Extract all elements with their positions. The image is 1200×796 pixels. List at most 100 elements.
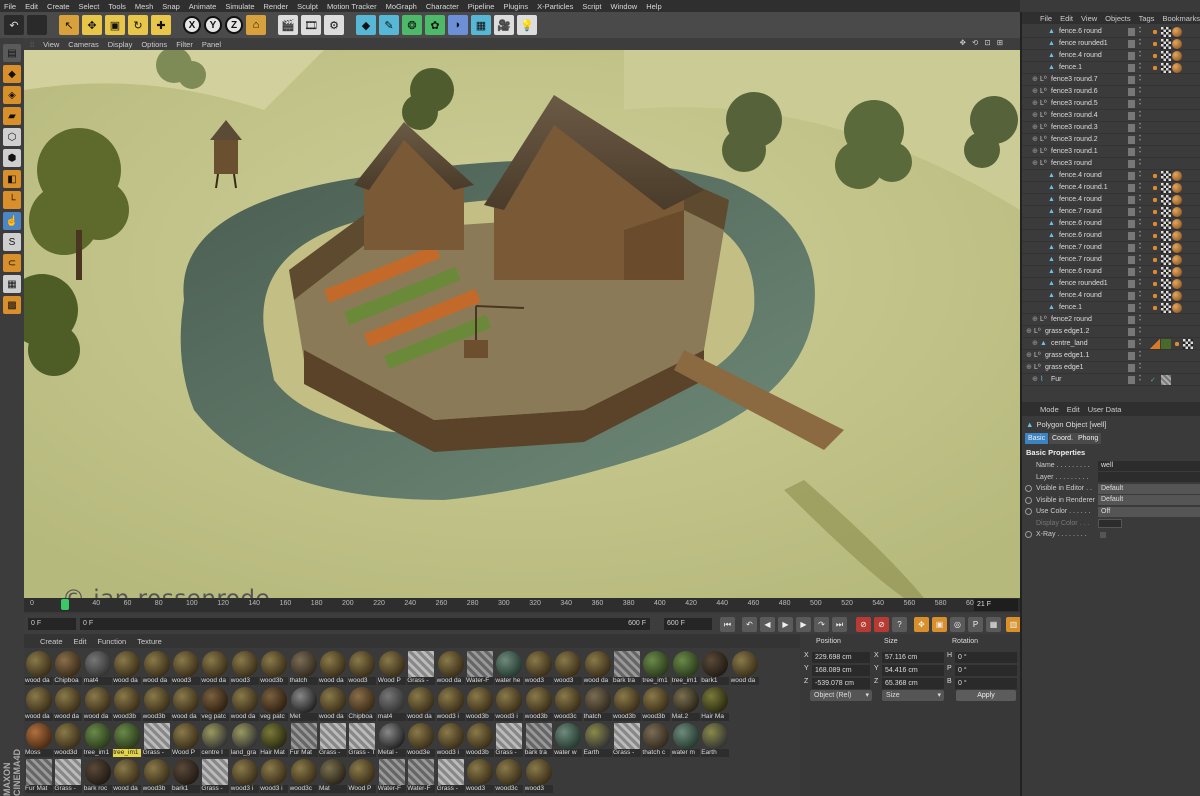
editor-render-dots[interactable]: • • <box>1139 134 1142 144</box>
texture-tag-icon[interactable] <box>1150 267 1160 277</box>
viewport-menu-options[interactable]: Options <box>141 40 167 49</box>
size-mode-dropdown[interactable]: Size ▾ <box>882 690 944 701</box>
scale-key-button[interactable]: ▣ <box>932 617 947 632</box>
menu-pipeline[interactable]: Pipeline <box>468 2 495 11</box>
attribute-menu-mode[interactable]: Mode <box>1040 405 1059 414</box>
material-tag-icon[interactable] <box>1172 303 1182 313</box>
material-tag-icon[interactable] <box>1172 171 1182 181</box>
texture-tag-icon[interactable] <box>1150 219 1160 229</box>
subdivision-surface-button[interactable]: ❂ <box>402 15 422 35</box>
editor-render-dots[interactable]: • • <box>1139 158 1142 168</box>
rotation-h-field[interactable]: 0 ° <box>955 652 1017 663</box>
visibility-toggle[interactable] <box>1128 100 1135 108</box>
material-swatch[interactable]: water m <box>671 722 700 758</box>
menu-plugins[interactable]: Plugins <box>503 2 528 11</box>
visibility-toggle[interactable] <box>1128 40 1135 48</box>
material-swatch[interactable]: wood3b <box>142 758 171 794</box>
visibility-toggle[interactable] <box>1128 364 1135 372</box>
menu-help[interactable]: Help <box>646 2 661 11</box>
material-swatch[interactable]: Hair Ma <box>701 686 730 722</box>
menu-create[interactable]: Create <box>47 2 70 11</box>
object-row[interactable]: ⊕ L⁰ fence3 round.2 • • <box>1022 134 1200 146</box>
material-swatch[interactable]: tree_im1 <box>671 650 700 686</box>
attribute-menu-edit[interactable]: Edit <box>1067 405 1080 414</box>
coordinate-system-button[interactable]: ⌂ <box>246 15 266 35</box>
tab-basic[interactable]: Basic <box>1025 433 1049 444</box>
editor-render-dots[interactable]: • • <box>1139 98 1142 108</box>
menu-mesh[interactable]: Mesh <box>135 2 153 11</box>
object-menu-bookmarks[interactable]: Bookmarks <box>1162 14 1200 23</box>
expand-toggle-icon[interactable]: ⊕ <box>1032 134 1038 146</box>
visibility-toggle[interactable] <box>1128 244 1135 252</box>
visibility-toggle[interactable] <box>1128 304 1135 312</box>
position-x-field[interactable]: 229.698 cm <box>812 652 870 663</box>
texture-tag-icon[interactable] <box>1161 339 1171 349</box>
editor-render-dots[interactable]: • • <box>1139 110 1142 120</box>
object-row[interactable]: ▲ fence.7 round • • <box>1022 206 1200 218</box>
end-frame-field[interactable]: 600 F <box>664 618 712 630</box>
timeline-playhead[interactable] <box>60 599 69 610</box>
material-tag-icon[interactable] <box>1172 243 1182 253</box>
texture-tag-icon[interactable] <box>1150 207 1160 217</box>
viewport-menu-filter[interactable]: Filter <box>176 40 193 49</box>
material-swatch[interactable]: wood3b <box>466 722 494 758</box>
material-swatch[interactable]: wood da <box>319 686 347 722</box>
material-swatch[interactable]: Water-F <box>377 758 406 794</box>
material-swatch[interactable]: wood da <box>407 686 436 722</box>
preview-range-slider[interactable]: 0 F 600 F <box>80 618 650 630</box>
material-swatch[interactable]: Wood P <box>377 650 406 686</box>
editor-render-dots[interactable]: • • <box>1139 86 1142 96</box>
phong-tag-icon[interactable] <box>1161 27 1171 37</box>
editor-render-dots[interactable]: • • <box>1139 362 1142 372</box>
material-tag-icon[interactable] <box>1172 255 1182 265</box>
editor-render-dots[interactable]: • • <box>1139 230 1142 240</box>
material-swatch[interactable]: water w <box>554 722 583 758</box>
keyframe-selection-button[interactable]: ? <box>892 617 907 632</box>
editor-render-dots[interactable]: • • <box>1139 266 1142 276</box>
editor-render-dots[interactable]: • • <box>1139 242 1142 252</box>
material-swatch[interactable]: Metal - <box>377 722 406 758</box>
editor-render-dots[interactable]: • • <box>1139 290 1142 300</box>
animation-radio[interactable] <box>1025 531 1032 538</box>
material-swatch[interactable]: wood da <box>54 686 83 722</box>
cloner-button[interactable]: ✿ <box>425 15 445 35</box>
start-frame-field[interactable]: 0 F <box>28 618 76 630</box>
rotation-p-field[interactable]: 0 ° <box>955 665 1017 676</box>
material-swatch[interactable]: wood3c <box>289 758 318 794</box>
axis-mode-button[interactable]: └ <box>3 191 21 209</box>
material-swatch[interactable]: mat4 <box>377 686 406 722</box>
object-row[interactable]: ⊕ L⁰ grass edge1 • • <box>1022 362 1200 374</box>
material-swatch[interactable]: Grass - <box>407 650 436 686</box>
material-swatch[interactable]: wood da <box>436 650 465 686</box>
material-swatch[interactable]: Fur Mat <box>289 722 318 758</box>
magnet-button[interactable]: ⊂ <box>3 254 21 272</box>
object-row[interactable]: ⊕ L⁰ fence3 round.4 • • <box>1022 110 1200 122</box>
pla-key-button[interactable]: ▦ <box>986 617 1001 632</box>
object-row[interactable]: ▲ fence.6 round • • <box>1022 218 1200 230</box>
name-field[interactable]: well <box>1098 460 1200 471</box>
material-swatch[interactable]: bark tra <box>524 722 553 758</box>
texture-tag-icon[interactable] <box>1150 27 1160 37</box>
material-swatch[interactable]: Earth <box>583 722 612 758</box>
material-swatch[interactable]: wood3b <box>524 686 553 722</box>
display-color-swatch[interactable] <box>1098 518 1122 528</box>
editor-render-dots[interactable]: • • <box>1139 302 1142 312</box>
play-button[interactable]: ▶ <box>778 617 793 632</box>
material-swatch[interactable]: Met <box>289 686 318 722</box>
object-row[interactable]: ▲ fence.4 round • • <box>1022 290 1200 302</box>
material-swatch[interactable]: Wood P <box>348 758 377 794</box>
material-swatch[interactable]: bark roc <box>83 758 112 794</box>
material-swatch[interactable]: wood3b <box>642 686 671 722</box>
material-swatch[interactable]: wood3c <box>554 686 583 722</box>
material-swatch[interactable]: wood3b <box>113 686 142 722</box>
visibility-toggle[interactable] <box>1128 28 1135 36</box>
menu-edit[interactable]: Edit <box>25 2 38 11</box>
material-swatch[interactable]: tree_im1 <box>83 722 112 758</box>
menu-select[interactable]: Select <box>79 2 100 11</box>
parameter-key-button[interactable]: P <box>968 617 983 632</box>
phong-tag-icon[interactable] <box>1183 339 1193 349</box>
expand-toggle-icon[interactable]: ⊕ <box>1032 86 1038 98</box>
editor-render-dots[interactable]: • • <box>1139 62 1142 72</box>
object-row[interactable]: ⊕ L⁰ fence3 round • • <box>1022 158 1200 170</box>
material-swatch[interactable]: wood3 i <box>260 758 289 794</box>
